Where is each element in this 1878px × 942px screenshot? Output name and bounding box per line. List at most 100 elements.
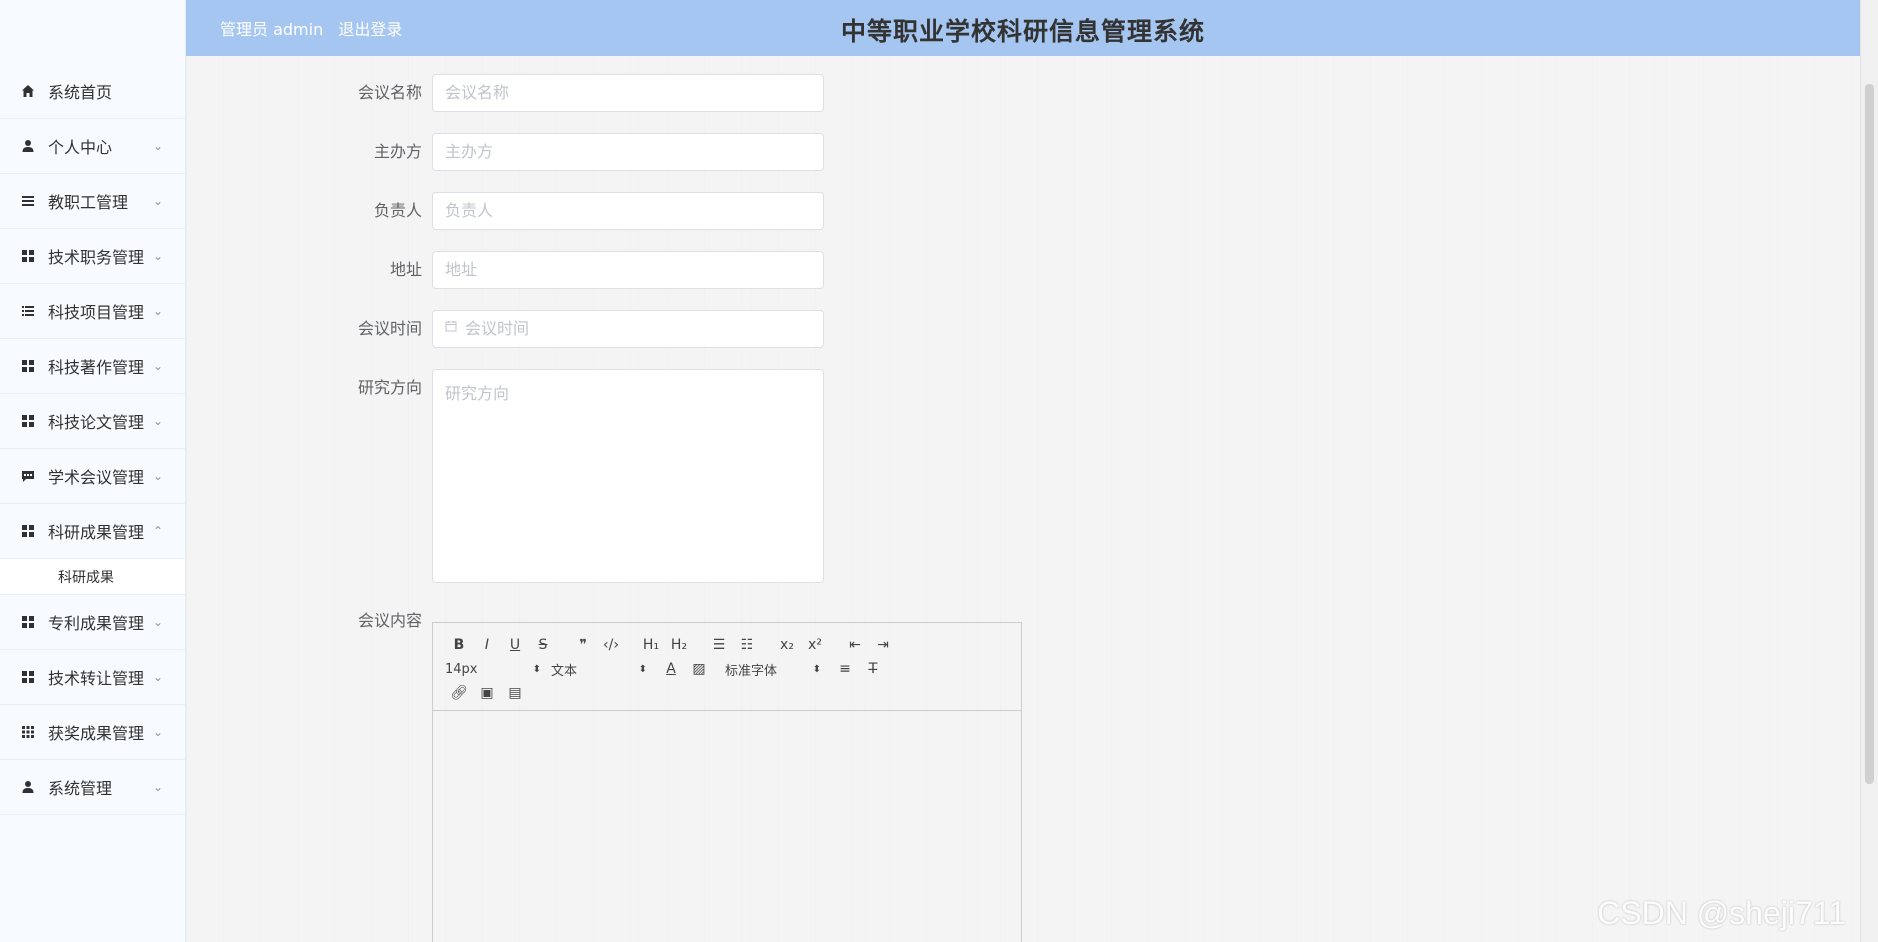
font-size-select[interactable]: 14px ⬍ (445, 662, 541, 677)
meeting-content-label: 会议内容 (357, 611, 422, 630)
meeting-time-picker[interactable]: 会议时间 (432, 310, 824, 348)
blockquote-button[interactable]: ❞ (569, 634, 597, 656)
select-caret-icon: ⬍ (812, 663, 821, 675)
sidebar-item-academic-meeting[interactable]: 学术会议管理 ⌄ (0, 449, 185, 504)
chevron-down-icon: ⌄ (152, 414, 163, 428)
ordered-list-icon[interactable]: ☰ (705, 634, 733, 656)
font-size-value: 14px (445, 661, 478, 677)
heading1-button[interactable]: H₁ (637, 634, 665, 656)
research-direction-placeholder: 研究方向 (445, 384, 510, 403)
person-in-charge-input[interactable]: 负责人 (432, 192, 824, 230)
sidebar-item-tech-project[interactable]: 科技项目管理 ⌄ (0, 284, 185, 339)
bullet-list-icon[interactable]: ☷ (733, 634, 761, 656)
sidebar-item-label: 专利成果管理 (48, 614, 145, 633)
sidebar-item-tech-position[interactable]: 技术职务管理 ⌄ (0, 229, 185, 284)
clear-format-icon[interactable]: T̶ (859, 658, 887, 680)
sidebar-item-personal-center[interactable]: 个人中心 ⌄ (0, 119, 185, 174)
rich-text-editor: B I U S ❞ ‹/› H₁ H₂ ☰ ☷ x₂ x² ⇤ ⇥ 14px ⬍… (432, 622, 1022, 942)
superscript-button[interactable]: x² (801, 634, 829, 656)
meeting-time-placeholder: 会议时间 (465, 319, 530, 338)
indent-icon[interactable]: ⇥ (869, 634, 897, 656)
heading2-button[interactable]: H₂ (665, 634, 693, 656)
outdent-icon[interactable]: ⇤ (841, 634, 869, 656)
form-row-address: 地址 地址 (186, 251, 824, 289)
chevron-down-icon: ⌄ (152, 304, 163, 318)
chevron-down-icon: ⌄ (152, 194, 163, 208)
grid-icon (20, 413, 36, 429)
font-color-icon[interactable]: A (657, 658, 685, 680)
address-input[interactable]: 地址 (432, 251, 824, 289)
sidebar-item-tech-works[interactable]: 科技著作管理 ⌄ (0, 339, 185, 394)
meeting-name-input[interactable]: 会议名称 (432, 74, 824, 112)
organizer-placeholder: 主办方 (445, 142, 494, 161)
editor-content-area[interactable] (433, 711, 1021, 942)
research-direction-textarea[interactable]: 研究方向 (432, 369, 824, 583)
font-family-select[interactable]: 标准字体 ⬍ (725, 660, 821, 679)
align-icon[interactable]: ≡ (831, 658, 859, 680)
meeting-time-label: 会议时间 (357, 319, 422, 338)
sidebar-item-patent-results[interactable]: 专利成果管理 ⌄ (0, 595, 185, 650)
sidebar-item-label: 科技著作管理 (48, 358, 145, 377)
sidebar-subitem-research-results[interactable]: 科研成果 (0, 559, 185, 595)
sidebar-item-tech-transfer[interactable]: 技术转让管理 ⌄ (0, 650, 185, 705)
italic-button[interactable]: I (473, 634, 501, 656)
home-icon (20, 83, 36, 99)
grid-icon (20, 358, 36, 374)
sidebar-subitem-label: 科研成果 (58, 569, 114, 586)
sidebar-item-label: 技术转让管理 (48, 669, 145, 688)
select-caret-icon: ⬍ (532, 663, 541, 675)
form-row-person-in-charge: 负责人 负责人 (186, 192, 824, 230)
sidebar: 系统首页 个人中心 ⌄ 教职工管理 ⌄ 技术职务管理 ⌄ 科技项目管理 ⌄ 科技… (0, 0, 186, 942)
video-icon[interactable]: ▤ (501, 682, 529, 704)
form-row-meeting-time: 会议时间 会议时间 (186, 310, 824, 348)
subscript-button[interactable]: x₂ (773, 634, 801, 656)
comment-icon (20, 468, 36, 484)
grid-icon (20, 523, 36, 539)
underline-button[interactable]: U (501, 634, 529, 656)
link-icon[interactable]: 🔗︎ (445, 682, 473, 704)
bold-button[interactable]: B (445, 634, 473, 656)
research-direction-label: 研究方向 (357, 378, 422, 397)
image-icon[interactable]: ▣ (473, 682, 501, 704)
page-scrollbar[interactable] (1860, 0, 1878, 942)
address-placeholder: 地址 (445, 260, 478, 279)
sidebar-item-home[interactable]: 系统首页 (0, 64, 185, 119)
form-row-organizer: 主办方 主办方 (186, 133, 824, 171)
chevron-down-icon: ⌄ (152, 670, 163, 684)
chevron-down-icon: ⌄ (152, 780, 163, 794)
sidebar-item-system-admin[interactable]: 系统管理 ⌄ (0, 760, 185, 815)
chevron-down-icon: ⌄ (152, 139, 163, 153)
sidebar-item-tech-papers[interactable]: 科技论文管理 ⌄ (0, 394, 185, 449)
user-icon (20, 779, 36, 795)
chevron-down-icon: ⌄ (152, 359, 163, 373)
sidebar-item-label: 教职工管理 (48, 193, 129, 212)
organizer-input[interactable]: 主办方 (432, 133, 824, 171)
list-icon (20, 193, 36, 209)
sidebar-item-research-results[interactable]: 科研成果管理 ⌃ (0, 504, 185, 559)
background-color-icon[interactable]: ▨ (685, 658, 713, 680)
sidebar-item-award-results[interactable]: 获奖成果管理 ⌄ (0, 705, 185, 760)
person-in-charge-label: 负责人 (373, 201, 422, 220)
paragraph-select[interactable]: 文本 ⬍ (551, 660, 647, 679)
grid-icon (20, 669, 36, 685)
page-title: 中等职业学校科研信息管理系统 (840, 17, 1205, 46)
sidebar-item-staff[interactable]: 教职工管理 ⌄ (0, 174, 185, 229)
scrollbar-thumb[interactable] (1865, 84, 1874, 784)
sidebar-item-label: 系统首页 (48, 83, 113, 102)
sidebar-item-label: 技术职务管理 (48, 248, 145, 267)
sidebar-item-label: 学术会议管理 (48, 468, 145, 487)
top-header: 管理员 admin 退出登录 中等职业学校科研信息管理系统 (186, 0, 1860, 56)
strikethrough-button[interactable]: S (529, 634, 557, 656)
sidebar-item-label: 科研成果管理 (48, 523, 145, 542)
list-icon (20, 303, 36, 319)
grid-icon (20, 248, 36, 264)
code-block-button[interactable]: ‹/› (597, 634, 625, 656)
editor-toolbar: B I U S ❞ ‹/› H₁ H₂ ☰ ☷ x₂ x² ⇤ ⇥ 14px ⬍… (433, 623, 1021, 711)
chevron-down-icon: ⌄ (152, 615, 163, 629)
select-caret-icon: ⬍ (638, 663, 647, 675)
calendar-icon (445, 311, 457, 347)
sidebar-item-label: 科技项目管理 (48, 303, 145, 322)
chevron-down-icon: ⌄ (152, 249, 163, 263)
grid-icon (20, 614, 36, 630)
sidebar-item-label: 获奖成果管理 (48, 724, 145, 743)
